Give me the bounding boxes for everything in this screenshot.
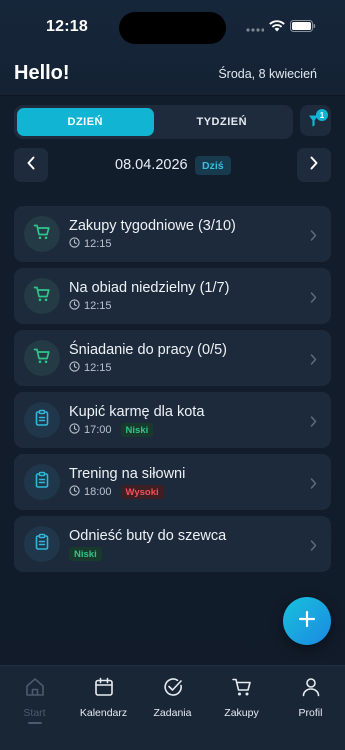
task-time: 12:15 — [84, 300, 112, 312]
filter-button[interactable]: 1 — [300, 105, 331, 136]
task-title: Trening na siłowni — [69, 466, 186, 482]
chevron-left-icon — [26, 156, 36, 175]
clock-icon — [69, 237, 80, 251]
task-meta: 17:00 Niski — [69, 423, 154, 437]
task-meta: 18:00 Wysoki — [69, 485, 164, 499]
task-card[interactable]: Odnieść buty do szewca Niski — [14, 516, 331, 572]
task-icon-circle — [24, 340, 60, 376]
previous-day-button[interactable] — [14, 148, 48, 182]
tab-label: Zadania — [153, 707, 192, 719]
cart-icon — [33, 285, 51, 308]
check-circle-icon — [162, 676, 184, 703]
signal-icon — [246, 19, 265, 37]
selected-date: 08.04.2026 — [115, 157, 188, 173]
task-card[interactable]: Trening na siłowni 18:00 Wysoki — [14, 454, 331, 510]
filter-count-badge: 1 — [316, 109, 328, 121]
cart-icon — [231, 676, 253, 703]
task-title: Odnieść buty do szewca — [69, 528, 227, 544]
task-meta: 12:15 — [69, 299, 117, 313]
current-date-label: Środa, 8 kwiecień — [218, 67, 317, 81]
task-title: Zakupy tygodniowe (3/10) — [69, 218, 236, 234]
status-icons — [246, 20, 316, 36]
tab-kalendarz[interactable]: Kalendarz — [69, 676, 138, 726]
task-title: Śniadanie do pracy (0/5) — [69, 342, 227, 358]
chevron-right-icon — [309, 156, 319, 175]
task-meta: 12:15 — [69, 237, 117, 251]
cart-icon — [33, 347, 51, 370]
task-meta: 12:15 — [69, 361, 117, 375]
task-icon-circle — [24, 526, 60, 562]
chevron-right-icon — [310, 414, 317, 432]
tab-profil[interactable]: Profil — [276, 676, 345, 726]
wifi-icon — [269, 19, 285, 37]
home-icon — [24, 676, 46, 703]
tab-label: Zakupy — [224, 707, 259, 719]
today-button[interactable]: Dziś — [195, 156, 231, 175]
chevron-right-icon — [310, 352, 317, 370]
chevron-right-icon — [310, 290, 317, 308]
person-icon — [300, 676, 322, 703]
cart-icon — [33, 223, 51, 246]
plus-icon — [298, 610, 316, 633]
task-meta: Niski — [69, 547, 102, 561]
tab-bar: Start Kalendarz Zadania Zakupy Profil — [0, 665, 345, 750]
task-list: Zakupy tygodniowe (3/10) 12:15 Na obiad … — [14, 206, 331, 578]
tab-label: Start — [23, 707, 46, 719]
task-title: Kupić karmę dla kota — [69, 404, 205, 420]
clock-icon — [69, 485, 80, 499]
task-icon-circle — [24, 278, 60, 314]
clipboard-icon — [33, 533, 51, 556]
dynamic-island — [119, 12, 226, 44]
active-tab-indicator — [27, 722, 42, 724]
task-icon-circle — [24, 464, 60, 500]
task-card[interactable]: Kupić karmę dla kota 17:00 Niski — [14, 392, 331, 448]
task-time: 18:00 — [84, 486, 112, 498]
tab-label: Kalendarz — [79, 707, 128, 719]
header: Hello! Środa, 8 kwiecień — [0, 54, 345, 96]
clock-icon — [69, 299, 80, 313]
task-card[interactable]: Śniadanie do pracy (0/5) 12:15 — [14, 330, 331, 386]
task-icon-circle — [24, 216, 60, 252]
greeting: Hello! — [14, 62, 70, 84]
task-time: 17:00 — [84, 424, 112, 436]
chevron-right-icon — [310, 228, 317, 246]
tab-zadania[interactable]: Zadania — [138, 676, 207, 726]
task-time: 12:15 — [84, 238, 112, 250]
app-screen: 12:18 Hello! Środa, 8 kwiecień DZIEŃ TYD… — [0, 0, 345, 750]
task-card[interactable]: Zakupy tygodniowe (3/10) 12:15 — [14, 206, 331, 262]
clipboard-icon — [33, 471, 51, 494]
battery-icon — [290, 19, 316, 37]
tab-start[interactable]: Start — [0, 676, 69, 726]
priority-badge: Wysoki — [120, 485, 164, 499]
task-title: Na obiad niedzielny (1/7) — [69, 280, 230, 296]
clock-icon — [69, 423, 80, 437]
status-bar: 12:18 — [0, 0, 345, 54]
clock-icon — [69, 361, 80, 375]
next-day-button[interactable] — [297, 148, 331, 182]
calendar-icon — [93, 676, 115, 703]
chevron-right-icon — [310, 476, 317, 494]
segment-week[interactable]: TYDZIEŃ — [154, 108, 291, 136]
task-icon-circle — [24, 402, 60, 438]
clipboard-icon — [33, 409, 51, 432]
priority-badge: Niski — [69, 547, 102, 561]
status-time: 12:18 — [46, 18, 88, 35]
task-time: 12:15 — [84, 362, 112, 374]
segment-day[interactable]: DZIEŃ — [17, 108, 154, 136]
priority-badge: Niski — [120, 423, 154, 437]
add-task-button[interactable] — [283, 597, 331, 645]
task-card[interactable]: Na obiad niedzielny (1/7) 12:15 — [14, 268, 331, 324]
tab-label: Profil — [298, 707, 323, 719]
tab-zakupy[interactable]: Zakupy — [207, 676, 276, 726]
view-segmented-control: DZIEŃ TYDZIEŃ — [14, 105, 293, 139]
chevron-right-icon — [310, 538, 317, 556]
header-divider — [0, 95, 345, 96]
